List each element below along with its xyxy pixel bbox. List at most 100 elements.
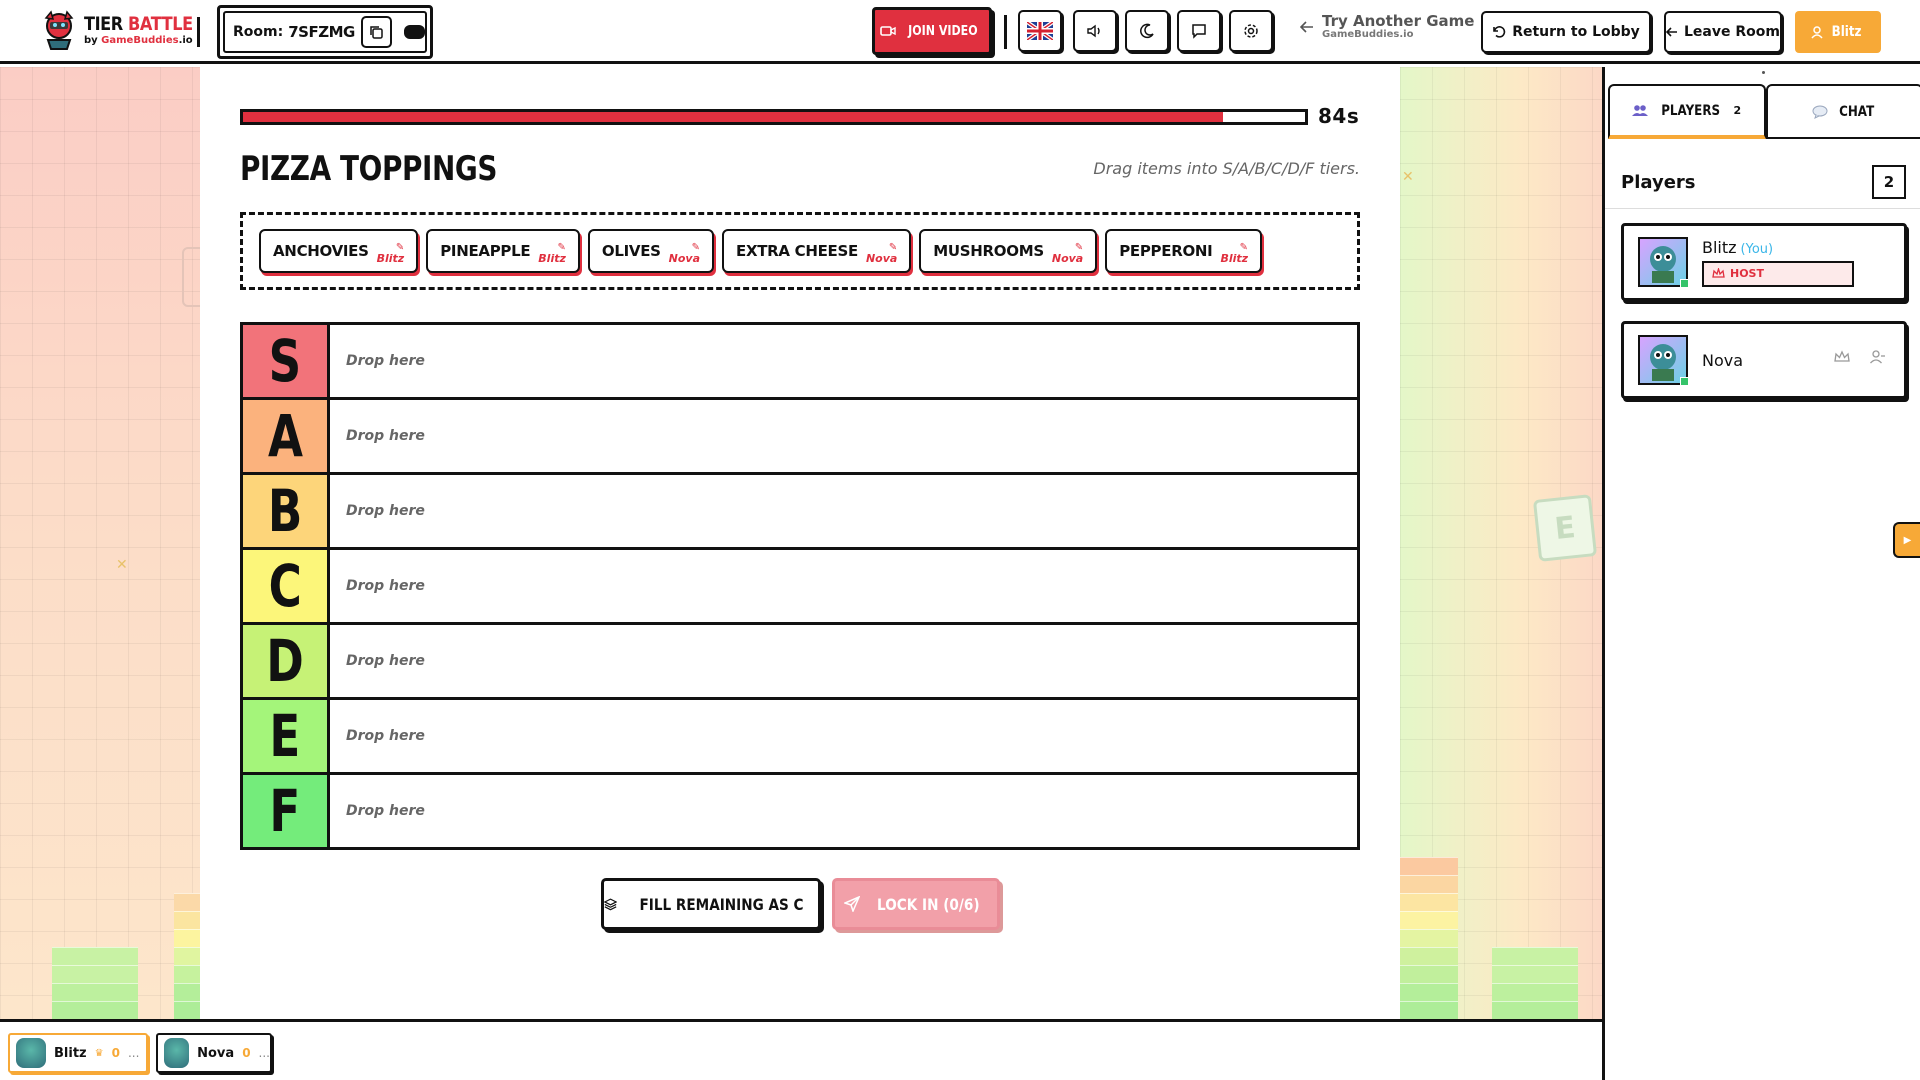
user-profile-button[interactable]: Blitz bbox=[1795, 11, 1881, 53]
tier-label: C bbox=[243, 550, 330, 622]
decorative-card bbox=[182, 247, 200, 307]
item-label: OLIVES bbox=[601, 242, 661, 260]
bottom-player-chip[interactable]: Nova 0 ... bbox=[156, 1033, 272, 1073]
logo-title-battle: BATTLE bbox=[128, 12, 193, 35]
unranked-items-pool[interactable]: ANCHOVIES ✎ Blitz PINEAPPLE ✎ Blitz OLIVES… bbox=[240, 212, 1360, 290]
item-chip[interactable]: OLIVES ✎ Nova bbox=[587, 229, 714, 273]
item-chip[interactable]: ANCHOVIES ✎ Blitz bbox=[259, 229, 419, 273]
copy-room-code-button[interactable] bbox=[360, 16, 392, 48]
item-author: Nova bbox=[1051, 251, 1084, 265]
tab-players-label: PLAYERS bbox=[1661, 102, 1721, 119]
pencil-icon: ✎ bbox=[395, 241, 405, 253]
room-label: Room: bbox=[233, 24, 284, 40]
avatar bbox=[164, 1038, 190, 1068]
sound-button[interactable] bbox=[1073, 10, 1117, 52]
tier-label: E bbox=[243, 700, 330, 772]
join-video-button[interactable]: JOIN VIDEO bbox=[872, 7, 992, 55]
item-chip[interactable]: PEPPERONI ✎ Blitz bbox=[1105, 229, 1263, 273]
item-label: MUSHROOMS bbox=[933, 242, 1044, 260]
item-chip[interactable]: PINEAPPLE ✎ Blitz bbox=[426, 229, 580, 273]
chat-bubble-icon bbox=[1812, 105, 1828, 119]
video-camera-icon bbox=[880, 26, 896, 36]
uk-flag-icon bbox=[1027, 22, 1053, 40]
tier-label: D bbox=[243, 625, 330, 697]
player-card[interactable]: Nova bbox=[1621, 321, 1907, 399]
try-another-game-link[interactable]: Try Another Game GameBuddies.io bbox=[1300, 13, 1474, 40]
bottom-player-bar: Blitz ♛ 0 ... Nova 0 ... bbox=[0, 1019, 1602, 1080]
item-chip[interactable]: MUSHROOMS ✎ Nova bbox=[919, 229, 1098, 273]
tier-drop-zone[interactable]: Drop here bbox=[330, 550, 1357, 622]
host-badge: HOST bbox=[1702, 260, 1854, 287]
users-icon bbox=[1632, 105, 1649, 116]
leave-room-button[interactable]: Leave Room bbox=[1664, 11, 1782, 53]
tab-players[interactable]: PLAYERS 2 bbox=[1608, 84, 1766, 139]
decorative-bars bbox=[52, 947, 138, 1019]
tier-drop-zone[interactable]: Drop here bbox=[330, 625, 1357, 697]
speaker-icon bbox=[1087, 24, 1100, 38]
panel-collapse-toggle[interactable]: ▶ bbox=[1893, 522, 1920, 558]
pencil-icon: ✎ bbox=[1074, 241, 1084, 253]
pencil-icon: ✎ bbox=[888, 241, 898, 253]
crown-icon[interactable] bbox=[1834, 350, 1850, 364]
toggle-code-visibility-button[interactable] bbox=[403, 25, 425, 39]
logo-sub-by: by bbox=[84, 34, 98, 46]
moon-icon bbox=[1140, 23, 1154, 39]
player-name: Nova bbox=[1702, 350, 1744, 370]
logo-sub-domain: .io bbox=[178, 34, 193, 46]
user-icon bbox=[1811, 25, 1824, 39]
app-logo[interactable]: TIER BATTLE by GameBuddies.io bbox=[40, 10, 212, 50]
tier-drop-zone[interactable]: Drop here bbox=[330, 325, 1357, 397]
item-label: PINEAPPLE bbox=[440, 242, 531, 260]
you-indicator: (You) bbox=[1740, 241, 1774, 257]
tier-drop-zone[interactable]: Drop here bbox=[330, 775, 1357, 847]
right-decorative-background: ✕ E bbox=[1400, 67, 1602, 1019]
tier-row-a: A Drop here bbox=[243, 400, 1357, 475]
lock-in-label: LOCK IN (0/6) bbox=[876, 894, 980, 914]
item-chip[interactable]: EXTRA CHEESE ✎ Nova bbox=[722, 229, 912, 273]
player-card[interactable]: Blitz (You) HOST bbox=[1621, 223, 1907, 301]
item-author: Blitz bbox=[538, 251, 566, 265]
lock-in-button[interactable]: LOCK IN (0/6) bbox=[832, 878, 1000, 930]
players-title: Players bbox=[1621, 172, 1696, 193]
players-header: Players 2 bbox=[1605, 157, 1920, 209]
tier-row-e: E Drop here bbox=[243, 700, 1357, 775]
decorative-bars bbox=[1400, 857, 1458, 1019]
return-to-lobby-button[interactable]: Return to Lobby bbox=[1481, 11, 1651, 53]
chat-button[interactable] bbox=[1177, 10, 1221, 52]
arrow-left-icon bbox=[1300, 21, 1313, 33]
tab-chat[interactable]: CHAT bbox=[1765, 84, 1920, 139]
item-label: PEPPERONI bbox=[1119, 242, 1213, 260]
avatar bbox=[1638, 237, 1689, 288]
tier-drop-zone[interactable]: Drop here bbox=[330, 700, 1357, 772]
tier-row-c: C Drop here bbox=[243, 550, 1357, 625]
try-another-subtitle: GameBuddies.io bbox=[1322, 28, 1414, 40]
players-panel: PLAYERS 2 CHAT Players 2 Blitz (You) HOST bbox=[1602, 67, 1920, 1080]
tab-players-count: 2 bbox=[1733, 104, 1742, 117]
tier-row-b: B Drop here bbox=[243, 475, 1357, 550]
item-author: Nova bbox=[865, 251, 898, 265]
theme-toggle-button[interactable] bbox=[1125, 10, 1169, 52]
fill-remaining-label: FILL REMAINING AS C bbox=[639, 894, 804, 914]
kick-user-icon[interactable] bbox=[1870, 350, 1886, 364]
logo-sub-brand: GameBuddies bbox=[101, 34, 179, 46]
tier-label: A bbox=[243, 400, 330, 472]
player-name: Blitz bbox=[1702, 237, 1737, 257]
logo-title-tier: TIER bbox=[84, 12, 123, 35]
layers-icon bbox=[604, 898, 617, 911]
fill-remaining-button[interactable]: FILL REMAINING AS C bbox=[601, 878, 821, 930]
tier-drop-zone[interactable]: Drop here bbox=[330, 400, 1357, 472]
rotate-ccw-icon bbox=[1493, 26, 1506, 38]
bottom-player-more: ... bbox=[258, 1046, 270, 1060]
settings-button[interactable] bbox=[1229, 10, 1273, 52]
tier-drop-zone[interactable]: Drop here bbox=[330, 475, 1357, 547]
bottom-player-more: ... bbox=[127, 1046, 140, 1060]
bottom-player-score: 0 bbox=[111, 1046, 120, 1060]
crown-icon bbox=[1712, 268, 1725, 278]
bottom-player-chip[interactable]: Blitz ♛ 0 ... bbox=[8, 1033, 148, 1073]
pencil-icon: ✎ bbox=[691, 241, 700, 253]
top-header: TIER BATTLE by GameBuddies.io Room: 7SFZ… bbox=[0, 0, 1920, 64]
logo-mascot-icon bbox=[44, 10, 74, 50]
pencil-icon: ✎ bbox=[557, 241, 566, 253]
language-button[interactable] bbox=[1018, 10, 1062, 52]
item-label: EXTRA CHEESE bbox=[736, 242, 858, 260]
